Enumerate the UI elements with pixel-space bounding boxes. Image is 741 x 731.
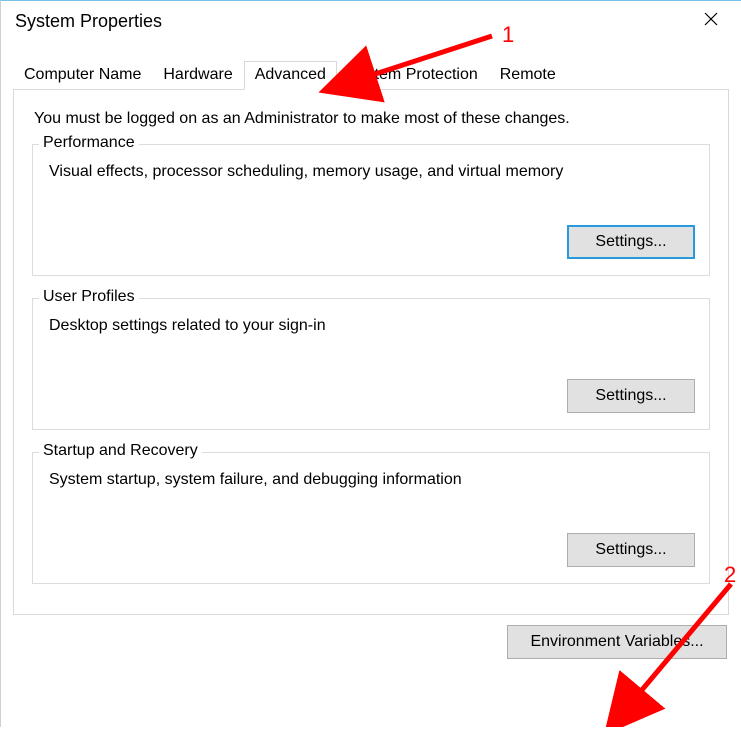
tab-panel-advanced: You must be logged on as an Administrato… bbox=[13, 89, 729, 615]
group-startup-title: Startup and Recovery bbox=[39, 442, 202, 460]
group-startup-desc: System startup, system failure, and debu… bbox=[49, 471, 695, 489]
startup-settings-button[interactable]: Settings... bbox=[567, 533, 695, 567]
group-startup-recovery: Startup and Recovery System startup, sys… bbox=[32, 452, 710, 584]
group-performance-title: Performance bbox=[39, 134, 139, 152]
tab-advanced[interactable]: Advanced bbox=[244, 61, 337, 90]
tab-remote[interactable]: Remote bbox=[489, 61, 567, 89]
titlebar: System Properties bbox=[1, 1, 741, 49]
intro-text: You must be logged on as an Administrato… bbox=[34, 110, 710, 128]
bottom-button-row: Environment Variables... bbox=[1, 625, 727, 659]
group-performance: Performance Visual effects, processor sc… bbox=[32, 144, 710, 276]
group-user-profiles-desc: Desktop settings related to your sign-in bbox=[49, 317, 695, 335]
system-properties-window: System Properties Computer Name Hardware… bbox=[0, 0, 741, 727]
group-user-profiles-title: User Profiles bbox=[39, 288, 139, 306]
close-icon bbox=[704, 12, 718, 26]
tab-strip: Computer Name Hardware Advanced System P… bbox=[1, 61, 741, 89]
group-user-profiles: User Profiles Desktop settings related t… bbox=[32, 298, 710, 430]
window-title: System Properties bbox=[15, 7, 162, 32]
tab-computer-name[interactable]: Computer Name bbox=[13, 61, 152, 89]
tab-hardware[interactable]: Hardware bbox=[152, 61, 243, 89]
environment-variables-button[interactable]: Environment Variables... bbox=[507, 625, 727, 659]
tab-system-protection[interactable]: System Protection bbox=[337, 61, 489, 89]
group-performance-desc: Visual effects, processor scheduling, me… bbox=[49, 163, 695, 181]
close-button[interactable] bbox=[683, 1, 739, 37]
user-profiles-settings-button[interactable]: Settings... bbox=[567, 379, 695, 413]
performance-settings-button[interactable]: Settings... bbox=[567, 225, 695, 259]
